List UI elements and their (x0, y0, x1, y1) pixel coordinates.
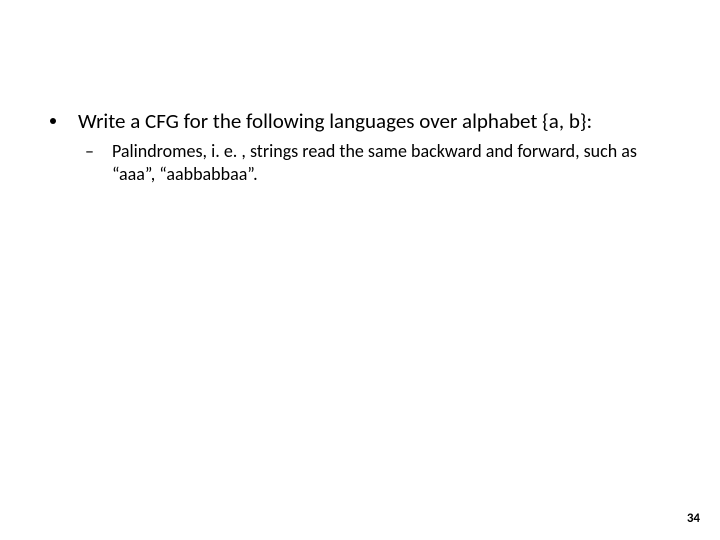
bullet-level-1-text: Write a CFG for the following languages … (78, 108, 592, 134)
bullet-level-2: – Palindromes, i. e. , strings read the … (85, 140, 675, 185)
bullet-level-2-text: Palindromes, i. e. , strings read the sa… (112, 140, 672, 185)
bullet-dot-icon (50, 118, 56, 124)
page-number: 34 (687, 511, 700, 526)
slide: Write a CFG for the following languages … (0, 0, 720, 540)
bullet-dash-icon: – (85, 140, 94, 163)
bullet-level-1: Write a CFG for the following languages … (50, 108, 690, 134)
